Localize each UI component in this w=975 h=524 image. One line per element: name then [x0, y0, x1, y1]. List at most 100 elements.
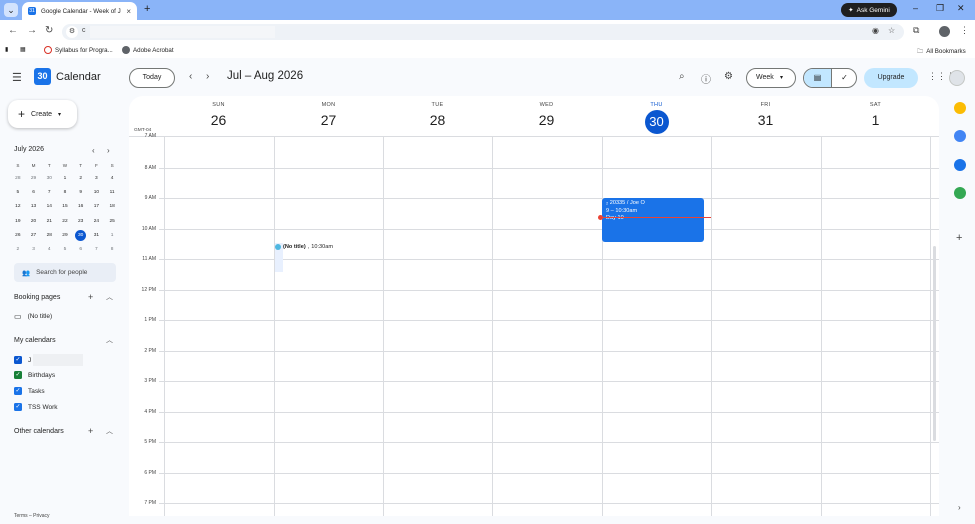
- create-button[interactable]: + Create ▾: [8, 100, 77, 128]
- day-header-fri[interactable]: FRI 31: [711, 102, 820, 128]
- day-header-sun[interactable]: SUN 26: [164, 102, 273, 128]
- ask-gemini-button[interactable]: ✦ Ask Gemini: [841, 3, 897, 17]
- mini-day[interactable]: 2: [10, 242, 26, 256]
- mini-day[interactable]: 6: [73, 242, 89, 256]
- mini-day[interactable]: 14: [41, 200, 57, 214]
- previous-week-icon[interactable]: ‹: [189, 71, 192, 82]
- maps-icon[interactable]: [954, 187, 966, 199]
- terms-privacy-link[interactable]: Terms – Privacy: [14, 513, 50, 519]
- day-header-thu-today[interactable]: THU 30: [602, 102, 711, 134]
- today-button[interactable]: Today: [129, 68, 175, 88]
- calendar-item-tasks[interactable]: ✓ Tasks: [14, 387, 45, 395]
- bookmark-star-icon[interactable]: ☆: [888, 26, 895, 35]
- tasks-icon[interactable]: [954, 130, 966, 142]
- mini-day[interactable]: 29: [26, 171, 42, 185]
- mini-day[interactable]: 2: [73, 171, 89, 185]
- site-info-icon[interactable]: ⚙: [66, 26, 78, 38]
- account-avatar[interactable]: [949, 70, 965, 86]
- help-icon[interactable]: ⓘ: [701, 71, 711, 86]
- tasks-view-icon[interactable]: ✓: [831, 69, 856, 87]
- checkbox-checked-icon[interactable]: ✓: [14, 371, 22, 379]
- add-other-calendar-icon[interactable]: +: [88, 426, 93, 436]
- contacts-icon[interactable]: [954, 159, 966, 171]
- mini-day[interactable]: 8: [104, 242, 120, 256]
- mini-day[interactable]: 4: [41, 242, 57, 256]
- mini-day[interactable]: 26: [10, 228, 26, 242]
- mini-day[interactable]: 23: [73, 214, 89, 228]
- bookmark-syllabus[interactable]: Syllabus for Progra...: [44, 46, 113, 54]
- mini-prev-month-icon[interactable]: ‹: [92, 146, 95, 155]
- main-menu-icon[interactable]: ☰: [12, 71, 22, 84]
- event-no-title[interactable]: (No title), 10:30am: [275, 244, 333, 250]
- back-icon[interactable]: ←: [8, 25, 18, 36]
- mini-day[interactable]: 15: [57, 200, 73, 214]
- mini-day[interactable]: 31: [89, 228, 105, 242]
- keep-icon[interactable]: [954, 102, 966, 114]
- day-number[interactable]: 31: [711, 112, 820, 128]
- day-number[interactable]: 26: [164, 112, 273, 128]
- mini-day[interactable]: 18: [104, 200, 120, 214]
- mini-day[interactable]: 19: [10, 214, 26, 228]
- day-header-tue[interactable]: TUE 28: [383, 102, 492, 128]
- minimize-icon[interactable]: –: [913, 3, 918, 13]
- mini-day[interactable]: 29: [57, 228, 73, 242]
- mini-day[interactable]: 25: [104, 214, 120, 228]
- mini-day[interactable]: 28: [10, 171, 26, 185]
- bookmark-adobe-acrobat[interactable]: Adobe Acrobat: [122, 46, 174, 54]
- checkbox-checked-icon[interactable]: ✓: [14, 403, 22, 411]
- mini-day[interactable]: 17: [89, 200, 105, 214]
- mini-day[interactable]: 5: [10, 185, 26, 199]
- search-people-input[interactable]: 👥 Search for people: [14, 263, 116, 282]
- close-tab-icon[interactable]: ×: [126, 7, 131, 16]
- browser-menu-icon[interactable]: ⋮: [960, 25, 969, 36]
- mini-day[interactable]: 5: [57, 242, 73, 256]
- day-number-today[interactable]: 30: [644, 110, 669, 134]
- mini-day[interactable]: 3: [89, 171, 105, 185]
- new-tab-button[interactable]: +: [144, 3, 150, 15]
- mini-day[interactable]: 7: [89, 242, 105, 256]
- hide-side-panel-icon[interactable]: ›: [958, 503, 961, 512]
- get-addons-icon[interactable]: +: [956, 232, 962, 244]
- extensions-icon[interactable]: ⧉: [913, 25, 919, 36]
- next-week-icon[interactable]: ›: [206, 71, 209, 82]
- forward-icon[interactable]: →: [27, 25, 37, 36]
- day-number[interactable]: 1: [821, 112, 930, 128]
- close-window-icon[interactable]: ✕: [957, 3, 965, 14]
- day-number[interactable]: 27: [274, 112, 383, 128]
- day-header-sat[interactable]: SAT 1: [821, 102, 930, 128]
- view-icon[interactable]: ◉: [872, 26, 879, 35]
- grid-scrollbar[interactable]: [933, 246, 936, 441]
- calendar-view-icon[interactable]: ▤: [804, 69, 831, 87]
- mini-day[interactable]: 1: [57, 171, 73, 185]
- mini-day-today[interactable]: 30: [73, 228, 89, 242]
- upgrade-button[interactable]: Upgrade: [864, 68, 918, 88]
- restore-icon[interactable]: ❐: [936, 3, 944, 14]
- mini-day[interactable]: 13: [26, 200, 42, 214]
- day-number[interactable]: 29: [492, 112, 601, 128]
- reload-icon[interactable]: ↻: [45, 25, 53, 36]
- mini-day[interactable]: 7: [41, 185, 57, 199]
- sidebar-toggle-icon[interactable]: ▮: [5, 46, 8, 53]
- add-booking-page-icon[interactable]: +: [88, 292, 93, 302]
- day-header-wed[interactable]: WED 29: [492, 102, 601, 128]
- search-icon[interactable]: ⌕: [679, 71, 685, 82]
- mini-day[interactable]: 30: [41, 171, 57, 185]
- mini-day[interactable]: 10: [89, 185, 105, 199]
- all-bookmarks[interactable]: 🗀 All Bookmarks: [917, 46, 966, 57]
- mini-day[interactable]: 27: [26, 228, 42, 242]
- view-switcher[interactable]: Week ▾: [746, 68, 796, 88]
- mini-day[interactable]: 8: [57, 185, 73, 199]
- checkbox-checked-icon[interactable]: ✓: [14, 356, 22, 364]
- calendar-item-birthdays[interactable]: ✓ Birthdays: [14, 371, 55, 379]
- mini-day[interactable]: 20: [26, 214, 42, 228]
- mini-day[interactable]: 21: [41, 214, 57, 228]
- mini-day[interactable]: 1: [104, 228, 120, 242]
- booking-page-item[interactable]: ▭ (No title): [14, 312, 52, 321]
- day-number[interactable]: 28: [383, 112, 492, 128]
- mini-next-month-icon[interactable]: ›: [107, 146, 110, 155]
- collapse-chevron-icon[interactable]: ︿: [106, 292, 113, 302]
- event-joe-o[interactable]: ₂ 20335 / Joe O 9 – 10:30am Day 10: [602, 198, 704, 242]
- mini-day[interactable]: 12: [10, 200, 26, 214]
- calendar-item-j[interactable]: ✓ J: [14, 354, 84, 366]
- mini-day[interactable]: 16: [73, 200, 89, 214]
